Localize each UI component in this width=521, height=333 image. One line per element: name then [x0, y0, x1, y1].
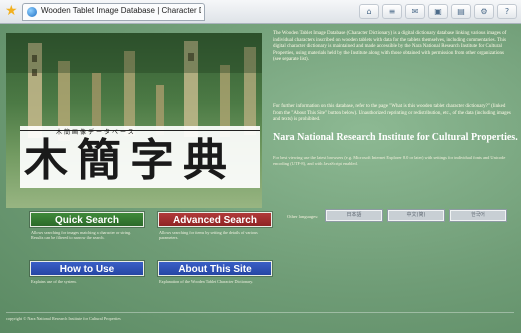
footer-divider [6, 312, 514, 313]
page-menu-icon[interactable]: ▤ [451, 4, 471, 19]
safety-menu-icon[interactable]: ⚙ [474, 4, 494, 19]
advanced-search-button[interactable]: Advanced Search [158, 212, 272, 227]
language-chinese-button[interactable]: 中文(简) [388, 210, 444, 221]
site-logo: 木簡画像データベース 木簡字典 [20, 126, 260, 188]
page-body: 木簡画像データベース 木簡字典 The Wooden Tablet Image … [0, 24, 521, 333]
print-icon[interactable]: ▣ [428, 4, 448, 19]
feeds-icon[interactable]: ≡ [382, 4, 402, 19]
logo-title: 木簡字典 [24, 135, 236, 186]
advanced-search-description: Allows searching for items by setting th… [159, 230, 258, 241]
institute-name: Nara National Research Institute for Cul… [273, 132, 518, 143]
ie-page-icon [27, 7, 37, 17]
tab-title: Wooden Tablet Image Database | Character… [41, 6, 201, 15]
mail-icon[interactable]: ✉ [405, 4, 425, 19]
how-to-use-description: Explains use of the system. [31, 279, 77, 284]
about-site-button[interactable]: About This Site [158, 261, 272, 276]
quick-search-description: Allows searching for images matching a c… [31, 230, 132, 241]
browser-tab[interactable]: Wooden Tablet Image Database | Character… [22, 3, 205, 21]
browser-toolbar: ★ Wooden Tablet Image Database | Charact… [0, 0, 521, 24]
other-languages-label: Other languages: [287, 214, 319, 219]
hero-image: 木簡画像データベース 木簡字典 [6, 33, 262, 208]
help-icon[interactable]: ? [497, 4, 517, 19]
home-icon[interactable]: ⌂ [359, 4, 379, 19]
favorites-star-icon[interactable]: ★ [5, 3, 18, 19]
browser-tools: ⌂ ≡ ✉ ▣ ▤ ⚙ ? [359, 4, 517, 19]
viewing-note: For best viewing use the latest browsers… [273, 155, 506, 166]
copyright-footer: copyright © Nara National Research Insti… [6, 316, 121, 321]
site-description: The Wooden Tablet Image Database (Charac… [273, 31, 507, 63]
more-info-text: For further information on this database… [273, 104, 511, 123]
about-site-description: Explanation of the Wooden Tablet Charact… [159, 279, 254, 284]
quick-search-button[interactable]: Quick Search [30, 212, 144, 227]
language-japanese-button[interactable]: 日本語 [326, 210, 382, 221]
how-to-use-button[interactable]: How to Use [30, 261, 144, 276]
language-korean-button[interactable]: 한국어 [450, 210, 506, 221]
